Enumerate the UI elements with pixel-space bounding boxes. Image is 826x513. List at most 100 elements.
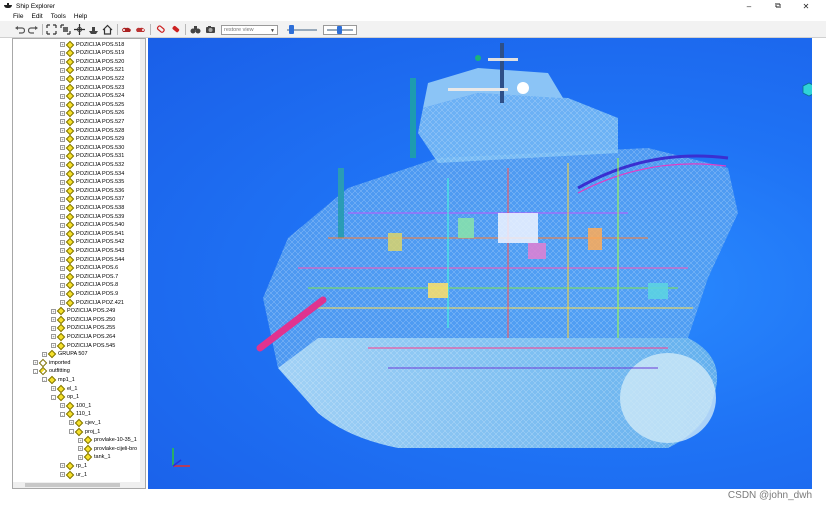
expand-icon[interactable]: + [60,93,65,99]
section-icon[interactable] [135,24,146,35]
expand-icon[interactable]: + [60,179,65,185]
node-diamond-icon [65,470,75,479]
expand-icon[interactable]: + [51,317,56,323]
undo-icon[interactable] [14,24,25,35]
expand-icon[interactable]: + [33,360,38,366]
fit-selection-icon[interactable] [60,24,71,35]
expand-icon[interactable]: + [60,205,65,211]
zoom-slider-thumb[interactable] [337,26,342,34]
expand-icon[interactable]: + [60,153,65,159]
expand-icon[interactable]: + [60,248,65,254]
expand-icon[interactable]: + [60,222,65,228]
expand-icon[interactable]: + [78,454,83,460]
collapse-icon[interactable]: - [69,429,74,434]
expand-icon[interactable]: + [60,231,65,237]
node-diamond-icon [65,461,75,471]
minimize-button[interactable]: – [736,0,762,12]
menu-tools[interactable]: Tools [51,13,66,20]
expand-icon[interactable]: + [51,308,56,314]
menu-edit[interactable]: Edit [31,13,42,20]
camera-icon[interactable] [205,24,216,35]
toolbar: restore view ▼ [0,21,826,38]
highlight-icon[interactable] [155,24,166,35]
expand-icon[interactable]: + [60,403,65,409]
binoculars-icon[interactable] [190,24,201,35]
selection-icon[interactable] [170,24,181,35]
expand-icon[interactable]: + [60,145,65,151]
expand-icon[interactable]: + [60,59,65,65]
expand-icon[interactable]: + [51,386,56,391]
expand-icon[interactable]: + [51,343,56,348]
expand-icon[interactable]: + [60,196,65,202]
expand-icon[interactable]: + [60,463,65,469]
close-button[interactable]: ✕ [793,0,819,12]
node-diamond-icon [56,384,66,393]
node-diamond-icon [83,435,93,445]
expand-icon[interactable]: + [60,265,65,271]
expand-icon[interactable]: + [60,239,65,245]
expand-icon[interactable]: + [60,300,65,305]
fit-all-icon[interactable] [46,24,57,35]
restore-button[interactable]: ⧉ [765,0,791,12]
expand-icon[interactable]: + [78,437,83,443]
tree-node-label: outfitting [49,368,70,375]
expand-icon[interactable]: + [60,128,65,133]
tree-node-label: POZICIJA POS.255 [67,325,116,332]
expand-icon[interactable]: + [51,325,56,331]
tree-node-label: cjev_1 [85,419,101,426]
tree-vertical-scrollbar[interactable] [140,39,145,488]
tree-scroll-thumb[interactable] [25,483,120,487]
expand-icon[interactable]: + [60,110,65,116]
expand-icon[interactable]: + [60,42,65,47]
move-icon[interactable] [74,24,85,35]
expand-icon[interactable]: + [60,291,65,297]
measure-icon[interactable] [121,24,132,35]
tree-node[interactable]: + ur_1 [60,470,87,479]
expand-icon[interactable]: + [69,420,74,426]
expand-icon[interactable]: + [60,85,65,90]
home-icon[interactable] [102,24,113,35]
3d-viewport[interactable] [148,38,812,489]
tree-horizontal-scrollbar[interactable] [13,482,142,488]
menu-help[interactable]: Help [74,13,87,20]
expand-icon[interactable]: + [60,257,65,262]
expand-icon[interactable]: + [60,162,65,168]
expand-icon[interactable]: + [60,188,65,194]
zoom-slider[interactable] [323,25,357,35]
expand-icon[interactable]: + [60,119,65,125]
expand-icon[interactable]: + [60,136,65,142]
node-diamond-icon [65,246,75,256]
view-cube-icon[interactable] [802,82,812,97]
model-tree[interactable]: + POZICIJA POS.518 + POZICIJA POS.519 + POZIC… [12,38,146,489]
expand-icon[interactable]: + [60,76,65,82]
collapse-icon[interactable]: - [33,368,38,374]
expand-icon[interactable]: + [60,282,65,288]
node-diamond-icon [65,117,75,127]
expand-icon[interactable]: + [60,102,65,108]
expand-icon[interactable]: + [60,171,65,176]
tree-node-label: provlake-cijeli-bro [94,445,138,452]
menu-bar: File Edit Tools Help [0,12,826,21]
menu-file[interactable]: File [13,13,23,20]
expand-icon[interactable]: + [60,274,65,280]
tree-node-label: el_1 [67,385,78,392]
expand-icon[interactable]: + [60,67,65,73]
ship-view-icon[interactable] [88,24,99,35]
expand-icon[interactable]: + [60,472,65,477]
expand-icon[interactable]: + [60,50,65,56]
tree-node-label: POZICIJA POS.531 [76,153,125,160]
collapse-icon[interactable]: - [51,394,56,400]
node-diamond-icon [65,177,75,187]
ship-model-render[interactable] [148,38,812,489]
expand-icon[interactable]: + [78,446,83,452]
expand-icon[interactable]: + [42,351,47,357]
expand-icon[interactable]: + [51,334,56,340]
node-diamond-icon [56,332,66,342]
collapse-icon[interactable]: - [60,411,65,417]
tree-node-label: op_1 [67,394,80,401]
collapse-icon[interactable]: - [42,377,47,383]
speed-slider-thumb[interactable] [289,25,294,34]
redo-icon[interactable] [28,24,39,35]
view-select[interactable]: restore view ▼ [221,25,278,35]
expand-icon[interactable]: + [60,214,65,219]
